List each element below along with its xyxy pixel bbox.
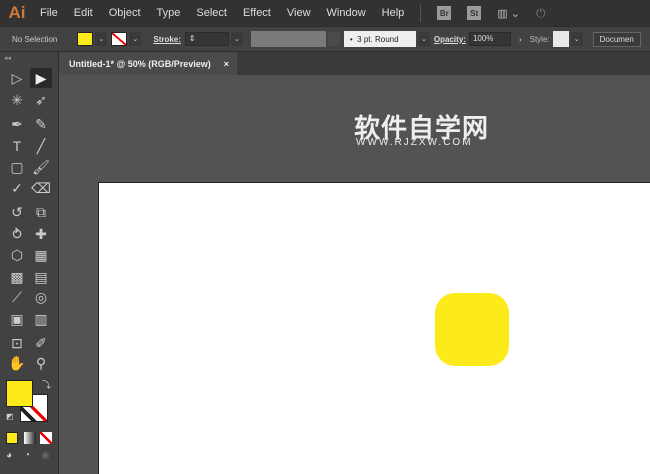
opacity-arrow[interactable]: › <box>519 35 522 44</box>
stroke-label[interactable]: Stroke: <box>153 35 181 44</box>
tab-untitled-1[interactable]: Untitled-1* @ 50% (RGB/Preview) × <box>59 52 237 75</box>
profile-dropdown[interactable]: ⌄ <box>327 32 340 46</box>
eraser-tool-icon[interactable]: ⌫ <box>30 178 52 198</box>
default-colors-icon[interactable]: ◩ <box>6 412 14 421</box>
bridge-button[interactable]: Br <box>437 6 452 20</box>
draw-inside-icon[interactable]: ◉ <box>41 450 50 461</box>
fill-color-swatch[interactable] <box>6 380 33 407</box>
gradient-tool-icon[interactable]: ▤ <box>30 267 52 287</box>
paintbrush-tool-icon[interactable]: 🖌 <box>30 157 52 177</box>
menu-effect[interactable]: Effect <box>243 7 271 19</box>
warp-tool-icon[interactable]: ⥁ <box>6 224 28 244</box>
tab-title: Untitled-1* @ 50% (RGB/Preview) <box>69 58 211 69</box>
control-bar: No Selection ⌄ ⌄ Stroke: ⇕ ⌄ ⌄ • 3 pt. R… <box>0 26 650 52</box>
pen-tool-icon[interactable]: ✒ <box>6 114 28 134</box>
line-tool-icon[interactable]: ╱ <box>30 136 52 156</box>
menu-window[interactable]: Window <box>327 7 366 19</box>
variable-width-profile[interactable] <box>250 31 326 47</box>
curvature-tool-icon[interactable]: ✎ <box>30 114 52 134</box>
brush-dropdown[interactable]: ⌄ <box>417 32 430 46</box>
app-logo: Ai <box>8 3 26 22</box>
style-label: Style: <box>529 34 550 44</box>
menu-view[interactable]: View <box>287 7 311 19</box>
hand-tool-icon[interactable]: ✋ <box>6 353 28 373</box>
stock-button[interactable]: St <box>467 6 482 20</box>
stroke-weight-dropdown[interactable]: ⌄ <box>230 32 243 46</box>
stroke-dropdown[interactable]: ⌄ <box>129 32 142 46</box>
shaper-tool-icon[interactable]: ✓ <box>6 178 28 198</box>
scale-tool-icon[interactable]: ⧉ <box>30 202 52 222</box>
style-dropdown[interactable]: ⌄ <box>570 32 583 46</box>
color-mode-button[interactable] <box>6 432 18 444</box>
artboard[interactable] <box>98 182 650 474</box>
opacity-input[interactable]: 100% <box>468 32 511 46</box>
menu-object[interactable]: Object <box>109 7 141 19</box>
menu-edit[interactable]: Edit <box>74 7 93 19</box>
fill-swatch[interactable] <box>77 32 94 46</box>
opacity-label[interactable]: Opacity: <box>434 35 466 44</box>
collapse-panel-icon[interactable]: ◂◂ <box>4 54 11 62</box>
eyedropper-tool-icon[interactable]: ⟋ <box>6 287 28 307</box>
rectangle-tool-icon[interactable]: ▢ <box>6 157 28 177</box>
selection-status: No Selection <box>12 34 58 44</box>
type-tool-icon[interactable]: T <box>6 136 28 156</box>
divider <box>420 4 422 22</box>
draw-normal-icon[interactable]: ◕ <box>6 450 12 461</box>
stroke-swatch[interactable] <box>111 32 128 46</box>
document-tab-bar: Untitled-1* @ 50% (RGB/Preview) × <box>59 52 650 75</box>
draw-behind-icon[interactable]: ◔ <box>24 450 30 461</box>
shape-builder-tool-icon[interactable]: ⬡ <box>6 245 28 265</box>
zoom-tool-icon[interactable]: ⚲ <box>30 353 52 373</box>
puppet-warp-tool-icon[interactable]: ✚ <box>30 224 52 244</box>
column-graph-tool-icon[interactable]: ▥ <box>30 309 52 329</box>
blend-tool-icon[interactable]: ◎ <box>30 287 52 307</box>
gradient-mode-button[interactable] <box>24 432 36 444</box>
close-tab-icon[interactable]: × <box>224 59 229 69</box>
brush-definition[interactable]: • 3 pt. Round <box>343 31 416 47</box>
tools-panel: ◂◂ ▷ ▶ ✳ ➶ ✒ ✎ T ╱ ▢ 🖌 ✓ ⌫ ↺ ⧉ ⥁ ✚ ⬡ ▦ ▩ ▤ ⟋ ◎ ▣ ▥ ⊡ ✐ ✋ ⚲ ⤵ ◩ ◕ ◔ … <box>0 52 59 474</box>
gpu-performance-icon[interactable]: ⏻ <box>536 6 546 21</box>
direct-selection-tool-icon[interactable]: ▷ <box>6 68 28 88</box>
fill-dropdown[interactable]: ⌄ <box>95 32 108 46</box>
document-setup-button[interactable]: Documen <box>592 31 641 47</box>
stroke-weight-stepper[interactable]: ⇕ <box>184 32 229 46</box>
slice-tool-icon[interactable]: ✐ <box>30 333 52 353</box>
menu-select[interactable]: Select <box>196 7 227 19</box>
watermark-url: WWW.RJZXW.COM <box>356 137 473 148</box>
brush-label: 3 pt. Round <box>357 34 399 44</box>
magic-wand-tool-icon[interactable]: ✳ <box>6 90 28 110</box>
swap-colors-icon[interactable]: ⤵ <box>42 378 51 391</box>
yellow-rounded-rectangle[interactable] <box>435 293 509 366</box>
menu-bar: Ai File Edit Object Type Select Effect V… <box>0 0 650 26</box>
selection-tool-icon[interactable]: ▶ <box>30 68 52 88</box>
rotate-tool-icon[interactable]: ↺ <box>6 202 28 222</box>
none-mode-button[interactable] <box>40 432 52 444</box>
style-swatch[interactable] <box>552 31 569 47</box>
mesh-tool-icon[interactable]: ▩ <box>6 267 28 287</box>
menu-help[interactable]: Help <box>382 7 405 19</box>
menu-type[interactable]: Type <box>157 7 181 19</box>
symbol-sprayer-tool-icon[interactable]: ▣ <box>6 309 28 329</box>
lasso-tool-icon[interactable]: ➶ <box>30 90 52 110</box>
workspace-layout-icon[interactable]: ▥ ⌄ <box>497 7 520 20</box>
menu-file[interactable]: File <box>40 7 58 19</box>
perspective-grid-tool-icon[interactable]: ▦ <box>30 245 52 265</box>
artboard-tool-icon[interactable]: ⊡ <box>6 333 28 353</box>
